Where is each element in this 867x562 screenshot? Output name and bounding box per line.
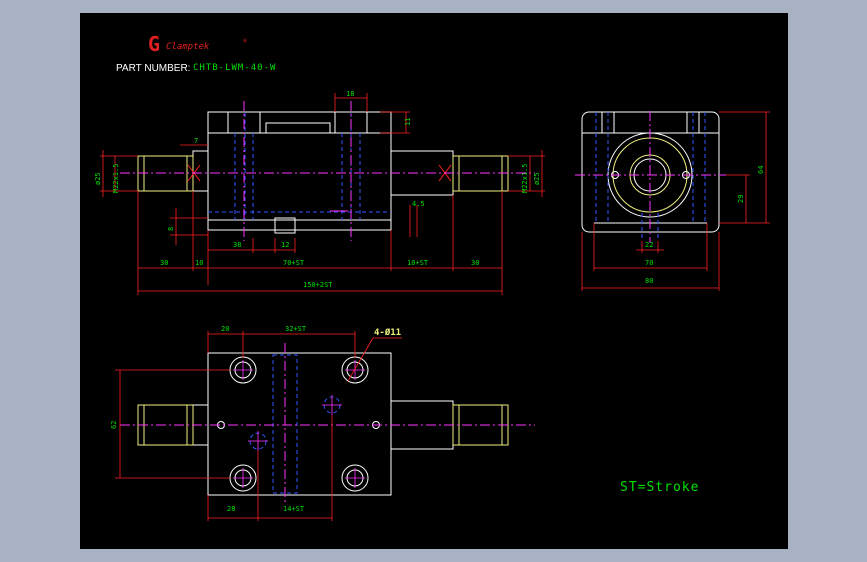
- dim-10: 10: [195, 259, 203, 267]
- dim-70-st: 70+ST: [283, 259, 305, 267]
- dim-12: 12: [281, 241, 289, 249]
- dim-8: 8: [167, 227, 175, 231]
- dim-150-2st: 150+2ST: [303, 281, 333, 289]
- company-logo: G Clamptek ®: [148, 32, 247, 56]
- cad-drawing: G Clamptek ® PART NUMBER: CHTB-LWM-40-W: [94, 32, 770, 521]
- dim-64: 64: [757, 166, 765, 174]
- front-view: 18 11 7 ø25 M22x1.5 M22x1.5 ø25 4.5 8 38…: [94, 90, 545, 295]
- dim-30-left: 30: [160, 259, 168, 267]
- stroke-note: ST=Stroke: [620, 480, 699, 495]
- dim-thread-left: M22x1.5: [112, 163, 120, 193]
- logo-mark: G: [148, 32, 160, 56]
- dim-11: 11: [404, 118, 412, 126]
- dim-4-dia11: 4-Ø11: [374, 327, 401, 338]
- drawing-canvas[interactable]: G Clamptek ® PART NUMBER: CHTB-LWM-40-W: [80, 13, 788, 549]
- dim-38: 38: [233, 241, 241, 249]
- dim-10-st: 10+ST: [407, 259, 429, 267]
- dim-80: 80: [645, 277, 653, 285]
- dim-22: 22: [645, 241, 653, 249]
- dim-62: 62: [110, 421, 118, 429]
- dim-70: 70: [645, 259, 653, 267]
- logo-registered: ®: [243, 38, 247, 45]
- dim-14-st: 14+ST: [283, 505, 305, 513]
- dim-dia25-right: ø25: [533, 172, 541, 185]
- dim-29: 29: [737, 195, 745, 203]
- logo-brand-text: Clamptek: [166, 42, 210, 52]
- top-body: [207, 352, 392, 496]
- cad-window: G Clamptek ® PART NUMBER: CHTB-LWM-40-W: [0, 0, 867, 562]
- dim-4-5: 4.5: [412, 200, 425, 208]
- dim-18: 18: [346, 90, 354, 98]
- part-number-value: CHTB-LWM-40-W: [193, 63, 276, 73]
- dim-20: 20: [221, 325, 229, 333]
- top-view: 20 32+ST 4-Ø11 62 28 14+ST: [110, 325, 535, 521]
- dim-28: 28: [227, 505, 235, 513]
- dim-7: 7: [194, 137, 198, 145]
- dim-30-right: 30: [471, 259, 479, 267]
- dim-32-st: 32+ST: [285, 325, 307, 333]
- dim-thread-right: M22x1.5: [521, 163, 529, 193]
- dim-dia25-left: ø25: [94, 172, 102, 185]
- part-number-label: PART NUMBER:: [116, 63, 190, 74]
- side-view: 64 29 22 70 80: [575, 111, 770, 291]
